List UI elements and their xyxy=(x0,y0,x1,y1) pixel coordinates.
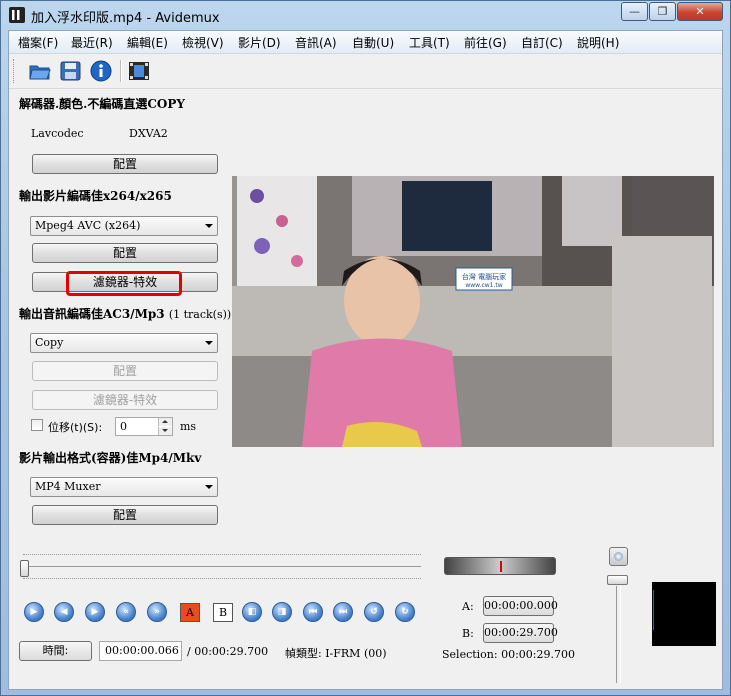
audio-track-count: (1 track(s)) xyxy=(168,308,232,321)
menu-edit[interactable]: 編輯(E) xyxy=(127,34,168,51)
avidemux-app-icon xyxy=(9,7,25,23)
main-area: 檔案(F) 最近(R) 編輯(E) 檢視(V) 影片(D) 音訊(A) 自動(U… xyxy=(8,30,723,690)
muxer-value: MP4 Muxer xyxy=(35,480,101,493)
volume-slider-thumb[interactable] xyxy=(607,575,628,585)
chevron-down-icon xyxy=(205,224,213,228)
audio-config-button[interactable]: 配置 xyxy=(32,361,218,381)
timeline-thumb[interactable] xyxy=(20,560,29,577)
menu-view[interactable]: 檢視(V) xyxy=(182,34,224,51)
audio-output-heading-text: 輸出音訊編碼佳AC3/Mp3 xyxy=(19,307,165,321)
selection-duration: Selection: 00:00:29.700 xyxy=(442,648,575,661)
decoder-lib-label: Lavcodec xyxy=(31,127,84,140)
video-codec-select[interactable]: Mpeg4 AVC (x264) xyxy=(30,216,218,236)
title-bar: 加入浮水印版.mp4 - Avidemux — ❐ ✕ xyxy=(1,1,730,29)
audio-output-heading: 輸出音訊編碼佳AC3/Mp3 (1 track(s)) xyxy=(19,305,231,322)
video-properties-icon[interactable] xyxy=(126,59,152,83)
menu-recent[interactable]: 最近(R) xyxy=(71,34,113,51)
current-time-input[interactable]: 00:00:00.066 xyxy=(99,641,182,661)
audio-codec-select[interactable]: Copy xyxy=(30,333,218,353)
jog-shuttle[interactable] xyxy=(444,557,556,575)
next-frame-button[interactable]: ▶ xyxy=(85,602,105,622)
decoder-config-button[interactable]: 配置 xyxy=(32,154,218,174)
audio-shift-label: 位移(t)(S): xyxy=(48,421,103,434)
next-keyframe-button[interactable]: » xyxy=(147,602,167,622)
audio-codec-value: Copy xyxy=(35,336,64,349)
info-icon[interactable] xyxy=(89,59,115,83)
minimize-button[interactable]: — xyxy=(621,2,648,21)
set-marker-a-button[interactable]: A xyxy=(180,603,200,622)
maximize-button[interactable]: ❐ xyxy=(649,2,676,21)
menu-audio[interactable]: 音訊(A) xyxy=(295,34,337,51)
timeline-track[interactable] xyxy=(23,566,421,570)
close-button[interactable]: ✕ xyxy=(677,2,723,21)
previous-keyframe-button[interactable]: « xyxy=(116,602,136,622)
decoder-heading: 解碼器.顏色.不編碼直選COPY xyxy=(19,97,185,111)
set-marker-b-button[interactable]: B xyxy=(213,603,233,622)
volume-slider-track[interactable] xyxy=(616,586,621,683)
menu-go[interactable]: 前往(G) xyxy=(464,34,507,51)
container-heading: 影片輸出格式(容器)佳Mp4/Mkv xyxy=(19,451,202,465)
audio-filters-button[interactable]: 濾鏡器-特效 xyxy=(32,390,218,410)
video-codec-value: Mpeg4 AVC (x264) xyxy=(35,219,141,232)
filters-highlight-annotation xyxy=(66,271,182,296)
timeline-ticks-top xyxy=(23,554,421,558)
play-button[interactable]: ▶ xyxy=(24,602,44,622)
chevron-down-icon xyxy=(205,485,213,489)
watermark-line-1: 台灣 電腦玩家 xyxy=(462,272,506,281)
audio-shift-checkbox[interactable] xyxy=(31,419,43,431)
total-time-label: / 00:00:29.700 xyxy=(187,645,269,658)
jog-center-mark xyxy=(500,561,502,572)
previous-black-frame-button[interactable]: ◧ xyxy=(242,602,262,622)
muxer-select[interactable]: MP4 Muxer xyxy=(30,477,218,497)
previous-frame-button[interactable]: ◀ xyxy=(54,602,74,622)
video-config-button[interactable]: 配置 xyxy=(32,243,218,263)
goto-first-frame-button[interactable]: ⏮ xyxy=(303,602,323,622)
goto-last-frame-button[interactable]: ⏭ xyxy=(333,602,353,622)
video-output-heading: 輸出影片編碼佳x264/x265 xyxy=(19,189,172,203)
toolbar-separator xyxy=(120,60,122,82)
video-preview: 台灣 電腦玩家 www.cw1.tw xyxy=(232,176,714,447)
menu-bar: 檔案(F) 最近(R) 編輯(E) 檢視(V) 影片(D) 音訊(A) 自動(U… xyxy=(9,31,722,54)
toolbar xyxy=(9,54,722,89)
spin-down-icon[interactable] xyxy=(158,427,172,435)
forward-60s-button[interactable]: ↻ xyxy=(395,602,415,622)
frame-type-label: 幀類型: I-FRM (00) xyxy=(285,647,387,660)
menu-auto[interactable]: 自動(U) xyxy=(352,34,394,51)
marker-a-label: A: xyxy=(462,600,474,613)
spin-up-icon[interactable] xyxy=(158,418,172,426)
video-frame-image: 台灣 電腦玩家 www.cw1.tw xyxy=(232,176,714,447)
window-title: 加入浮水印版.mp4 - Avidemux xyxy=(31,11,220,26)
audio-shift-unit: ms xyxy=(180,420,197,433)
audio-shift-input[interactable]: 0 xyxy=(115,417,173,436)
marker-b-time-button[interactable]: 00:00:29.700 xyxy=(483,623,558,643)
audio-level-meter xyxy=(652,582,716,646)
marker-a-time-button[interactable]: 00:00:00.000 xyxy=(483,596,558,616)
menu-tools[interactable]: 工具(T) xyxy=(409,34,450,51)
speaker-icon[interactable] xyxy=(609,547,628,566)
menu-custom[interactable]: 自訂(C) xyxy=(521,34,563,51)
time-button[interactable]: 時間: xyxy=(19,641,92,661)
meter-baseline xyxy=(653,590,654,630)
next-black-frame-button[interactable]: ◨ xyxy=(272,602,292,622)
watermark-line-2: www.cw1.tw xyxy=(465,282,502,289)
decoder-hw-label: DXVA2 xyxy=(129,127,168,140)
menu-video[interactable]: 影片(D) xyxy=(238,34,281,51)
toolbar-grip xyxy=(13,59,17,83)
open-folder-icon[interactable] xyxy=(27,59,53,83)
marker-b-label: B: xyxy=(462,627,474,640)
menu-file[interactable]: 檔案(F) xyxy=(18,34,58,51)
menu-help[interactable]: 說明(H) xyxy=(577,34,619,51)
back-60s-button[interactable]: ↺ xyxy=(364,602,384,622)
muxer-config-button[interactable]: 配置 xyxy=(32,505,218,525)
timeline-ticks-bottom xyxy=(23,578,421,582)
save-floppy-icon[interactable] xyxy=(58,59,84,83)
chevron-down-icon xyxy=(205,341,213,345)
audio-shift-value: 0 xyxy=(120,420,127,433)
app-window: 加入浮水印版.mp4 - Avidemux — ❐ ✕ 檔案(F) 最近(R) … xyxy=(0,0,731,696)
